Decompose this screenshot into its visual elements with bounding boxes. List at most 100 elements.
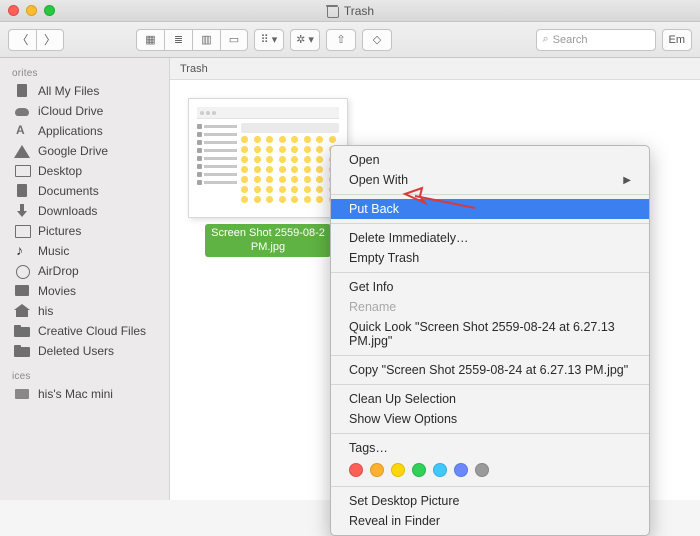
ctx-separator xyxy=(331,355,649,356)
column-view-button[interactable]: ▥ xyxy=(192,29,220,51)
maximize-button[interactable] xyxy=(44,5,55,16)
sidebar-item-google-drive[interactable]: Google Drive xyxy=(0,141,169,161)
sidebar-item-label: Documents xyxy=(38,184,99,198)
ctx-copy[interactable]: Copy "Screen Shot 2559-08-24 at 6.27.13 … xyxy=(331,360,649,380)
minimize-button[interactable] xyxy=(26,5,37,16)
arrange-icon: ⠿ ▾ xyxy=(261,33,278,46)
sidebar: orites All My Files iCloud Drive Applicati… xyxy=(0,58,170,500)
sidebar-header-favorites: orites xyxy=(0,64,169,81)
sidebar-item-applications[interactable]: Applications xyxy=(0,121,169,141)
tag-color-dot[interactable] xyxy=(412,463,426,477)
ctx-tag-colors xyxy=(331,458,649,482)
sidebar-device-his-s-mac-mini[interactable]: his's Mac mini xyxy=(0,384,169,404)
ctx-reveal-in-finder[interactable]: Reveal in Finder xyxy=(331,511,649,531)
airdrop-icon xyxy=(14,264,30,278)
file-name-label[interactable]: Screen Shot 2559-08-2 PM.jpg xyxy=(205,224,331,257)
gear-icon: ✲ ▾ xyxy=(296,33,314,46)
sidebar-item-music[interactable]: Music xyxy=(0,241,169,261)
folder-icon xyxy=(14,344,30,358)
gdrive-icon xyxy=(14,145,30,158)
sidebar-item-label: Creative Cloud Files xyxy=(38,324,146,338)
ctx-open[interactable]: Open xyxy=(331,150,649,170)
window-titlebar: Trash xyxy=(0,0,700,22)
file-name-line1: Screen Shot 2559-08-2 xyxy=(211,226,325,240)
empty-trash-button[interactable]: Em xyxy=(662,29,693,51)
share-button[interactable]: ⇧ xyxy=(326,29,356,51)
sidebar-item-label: All My Files xyxy=(38,84,99,98)
sidebar-item-his[interactable]: his xyxy=(0,301,169,321)
ctx-empty-trash[interactable]: Empty Trash xyxy=(331,248,649,268)
sidebar-item-label: Applications xyxy=(38,124,103,138)
list-icon: ≣ xyxy=(174,33,183,46)
sidebar-item-airdrop[interactable]: AirDrop xyxy=(0,261,169,281)
sidebar-item-label: Music xyxy=(38,244,69,258)
window-title-text: Trash xyxy=(344,4,374,18)
sidebar-item-downloads[interactable]: Downloads xyxy=(0,201,169,221)
sidebar-item-all-my-files[interactable]: All My Files xyxy=(0,81,169,101)
ctx-separator xyxy=(331,486,649,487)
docfile-icon xyxy=(14,184,30,198)
sidebar-item-icloud-drive[interactable]: iCloud Drive xyxy=(0,101,169,121)
arrange-button[interactable]: ⠿ ▾ xyxy=(254,29,284,51)
ctx-get-info[interactable]: Get Info xyxy=(331,277,649,297)
home-icon xyxy=(14,304,30,318)
sidebar-item-label: AirDrop xyxy=(38,264,79,278)
coverflow-view-button[interactable]: ▭ xyxy=(220,29,248,51)
action-button[interactable]: ✲ ▾ xyxy=(290,29,320,51)
ctx-show-view-options[interactable]: Show View Options xyxy=(331,409,649,429)
ctx-tags[interactable]: Tags… xyxy=(331,438,649,458)
close-button[interactable] xyxy=(8,5,19,16)
sidebar-item-creative-cloud-files[interactable]: Creative Cloud Files xyxy=(0,321,169,341)
tag-color-dot[interactable] xyxy=(349,463,363,477)
ctx-set-desktop-picture[interactable]: Set Desktop Picture xyxy=(331,491,649,511)
movies-icon xyxy=(14,284,30,298)
ctx-separator xyxy=(331,194,649,195)
a-icon-icon xyxy=(14,124,30,138)
file-item[interactable]: Screen Shot 2559-08-2 PM.jpg xyxy=(188,98,348,257)
toolbar: 〈 〉 ▦ ≣ ▥ ▭ ⠿ ▾ ✲ ▾ ⇧ ◇ ⌕ Search Em xyxy=(0,22,700,58)
window-title: Trash xyxy=(0,4,700,18)
sidebar-item-desktop[interactable]: Desktop xyxy=(0,161,169,181)
sidebar-item-label: Movies xyxy=(38,284,76,298)
icon-view-button[interactable]: ▦ xyxy=(136,29,164,51)
list-view-button[interactable]: ≣ xyxy=(164,29,192,51)
sidebar-item-label: Deleted Users xyxy=(38,344,114,358)
search-field[interactable]: ⌕ Search xyxy=(536,29,656,51)
sidebar-item-label: his xyxy=(38,304,53,318)
sidebar-item-label: Google Drive xyxy=(38,144,108,158)
view-mode-buttons: ▦ ≣ ▥ ▭ xyxy=(136,29,248,51)
sidebar-item-label: Desktop xyxy=(38,164,82,178)
desktop-icon xyxy=(14,164,30,178)
share-icon: ⇧ xyxy=(336,33,345,46)
chevron-right-icon: 〉 xyxy=(44,31,56,48)
file-thumbnail[interactable] xyxy=(188,98,348,218)
ctx-clean-up[interactable]: Clean Up Selection xyxy=(331,389,649,409)
ctx-quick-look[interactable]: Quick Look "Screen Shot 2559-08-24 at 6.… xyxy=(331,317,649,351)
tag-color-dot[interactable] xyxy=(370,463,384,477)
context-menu: Open Open With▶ Put Back Delete Immediat… xyxy=(330,145,650,536)
folder-icon xyxy=(14,324,30,338)
ctx-separator xyxy=(331,433,649,434)
search-placeholder: Search xyxy=(553,34,588,46)
gallery-icon: ▭ xyxy=(229,33,239,46)
tag-color-dot[interactable] xyxy=(475,463,489,477)
ctx-put-back[interactable]: Put Back xyxy=(331,199,649,219)
sidebar-item-deleted-users[interactable]: Deleted Users xyxy=(0,341,169,361)
ctx-delete-immediately[interactable]: Delete Immediately… xyxy=(331,228,649,248)
sidebar-item-documents[interactable]: Documents xyxy=(0,181,169,201)
tag-color-dot[interactable] xyxy=(454,463,468,477)
forward-button[interactable]: 〉 xyxy=(36,29,64,51)
sidebar-item-movies[interactable]: Movies xyxy=(0,281,169,301)
sidebar-item-label: Pictures xyxy=(38,224,81,238)
path-bar: Trash xyxy=(170,58,700,80)
sidebar-item-pictures[interactable]: Pictures xyxy=(0,221,169,241)
back-button[interactable]: 〈 xyxy=(8,29,36,51)
tag-color-dot[interactable] xyxy=(433,463,447,477)
sidebar-item-label: his's Mac mini xyxy=(38,387,113,401)
traffic-lights xyxy=(8,5,55,16)
ctx-separator xyxy=(331,272,649,273)
ctx-open-with[interactable]: Open With▶ xyxy=(331,170,649,190)
tag-color-dot[interactable] xyxy=(391,463,405,477)
tags-button[interactable]: ◇ xyxy=(362,29,392,51)
ctx-separator xyxy=(331,384,649,385)
